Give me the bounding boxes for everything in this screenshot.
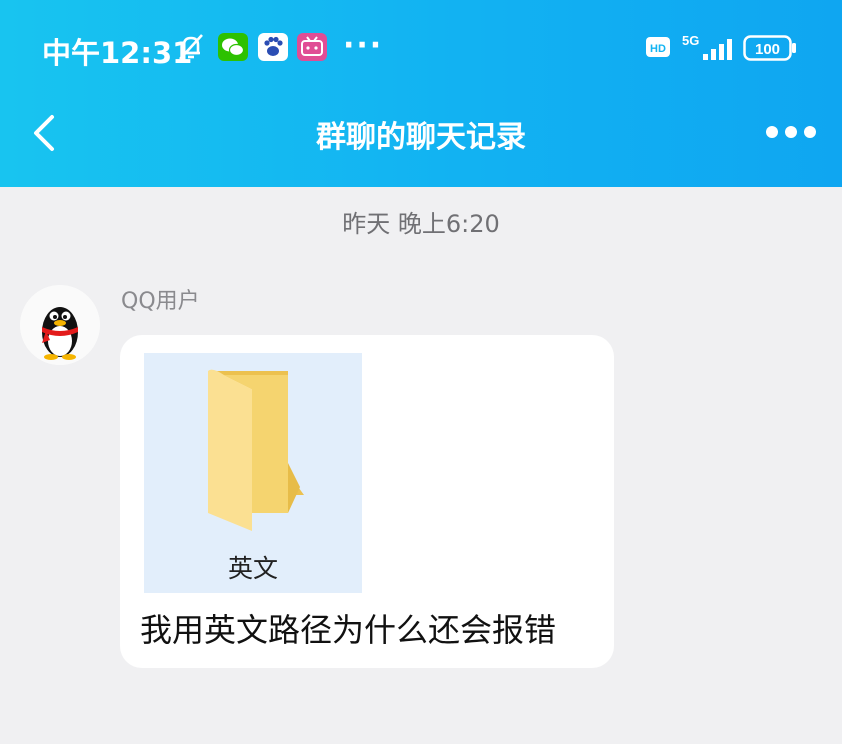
folder-icon	[208, 369, 304, 531]
message-text: 我用英文路径为什么还会报错	[140, 611, 557, 649]
wechat-icon	[218, 33, 248, 61]
file-name: 英文	[227, 554, 278, 583]
sender-name: QQ用户	[121, 289, 200, 314]
nav-bar: 群聊的聊天记录	[0, 98, 842, 168]
file-attachment[interactable]: 英文	[144, 353, 362, 593]
avatar[interactable]	[20, 285, 100, 365]
baidu-paw-icon	[258, 33, 288, 61]
battery-icon: 100	[743, 35, 796, 61]
more-notifications-icon: ···	[343, 28, 384, 63]
message-timestamp: 昨天 晚上6:20	[342, 210, 500, 238]
page-title: 群聊的聊天记录	[316, 120, 526, 155]
battery-level: 100	[755, 41, 780, 58]
hd-label: HD	[650, 43, 666, 55]
status-bar: 中午12:31 ··· HD 5G 100	[0, 26, 842, 74]
hd-icon: HD	[646, 37, 670, 57]
network-label: 5G	[682, 33, 699, 48]
bilibili-icon	[297, 33, 327, 61]
status-time: 中午12:31	[42, 36, 193, 70]
signal-5g-icon: 5G	[682, 33, 732, 60]
mute-bell-icon	[179, 34, 203, 60]
message-bubble[interactable]: 英文 我用英文路径为什么还会报错	[120, 335, 614, 668]
more-options-icon[interactable]	[764, 122, 818, 142]
qq-penguin-icon	[20, 285, 100, 365]
chat-header: 中午12:31 ··· HD 5G 100 群聊的聊天记录	[0, 0, 842, 187]
